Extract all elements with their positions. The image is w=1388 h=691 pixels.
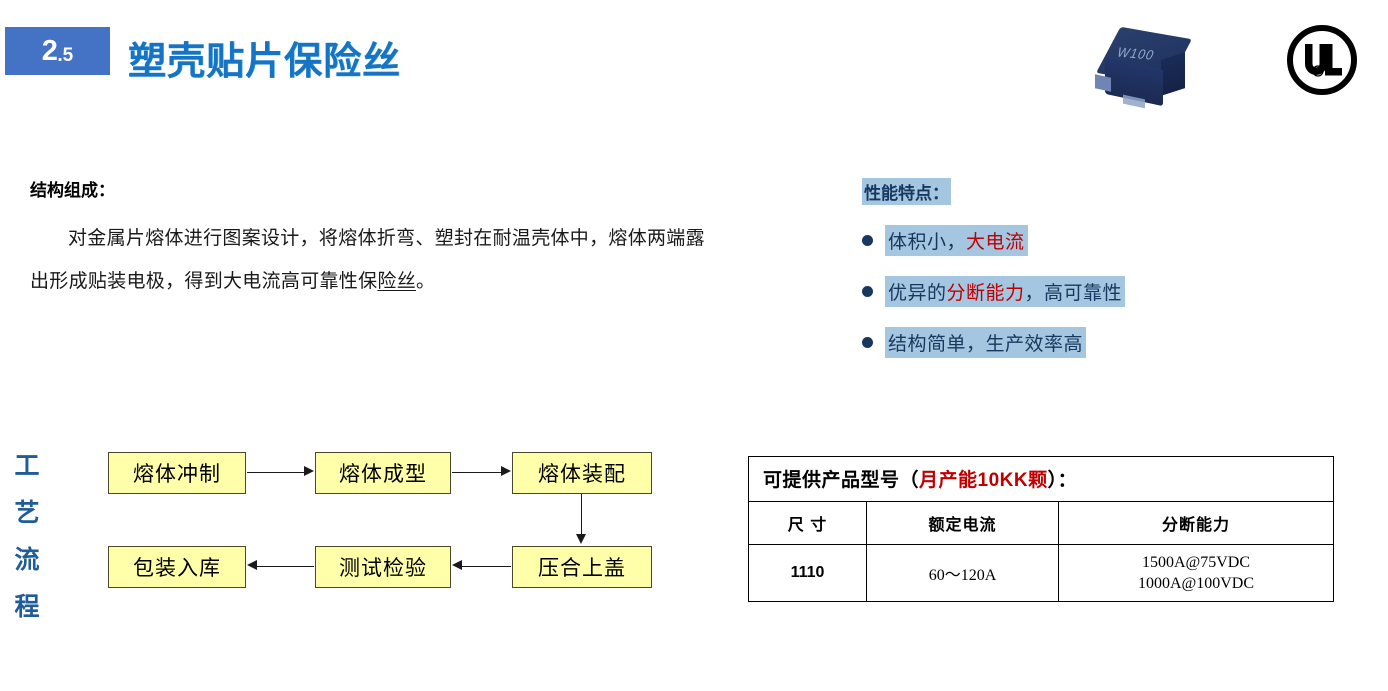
feature-2-plain-a: 优异的 [888, 283, 947, 304]
structure-body-part1: 对金属片熔体进行图案设计，将熔体折弯、塑封在耐温壳体中，熔体两端露出形成贴装电极… [30, 228, 705, 292]
spec-title-black-b: ）： [1047, 470, 1078, 491]
cell-size: 1110 [748, 544, 867, 602]
cell-breaking-capacity-line1: 1500A@75VDC [1141, 554, 1251, 571]
feature-1-accent: 大电流 [966, 232, 1025, 253]
cell-breaking-capacity-line2: 1000A@100VDC [1137, 575, 1255, 592]
features-heading: 性能特点： [862, 178, 951, 205]
column-header-breaking-capacity: 分断能力 [1058, 501, 1334, 545]
column-header-rated-current: 额定电流 [866, 501, 1059, 545]
flow-step-6: 包装入库 [108, 546, 246, 588]
feature-item-3-text: 结构简单，生产效率高 [885, 327, 1087, 358]
flow-label-char-1: 工 [14, 452, 40, 480]
flow-step-4: 压合上盖 [512, 546, 652, 588]
performance-features-block: 性能特点： 体积小，大电流 优异的分断能力，高可靠性 结构简单，生产效率高 [862, 178, 1262, 358]
spec-table-header-row: 尺 寸 额定电流 分断能力 [748, 501, 1334, 545]
feature-item-1: 体积小，大电流 [862, 225, 1262, 256]
chip-lead-left [1095, 74, 1111, 92]
chip-side-face [1161, 52, 1185, 96]
flow-label-char-4: 程 [14, 593, 40, 621]
slide-root: { "header": { "section_major": "2", "sec… [0, 0, 1388, 691]
table-row: 1110 60～120A 1500A@75VDC 1000A@100VDC [748, 544, 1334, 602]
spec-table-title-row: 可提供产品型号（月产能10KK颗）： [748, 456, 1334, 502]
flow-step-2: 熔体成型 [315, 452, 451, 494]
feature-item-2-text: 优异的分断能力，高可靠性 [885, 276, 1126, 307]
bullet-dot-icon [862, 235, 873, 246]
process-flow-vertical-label: 工 艺 流 程 [10, 443, 44, 631]
structure-heading: 结构组成： [30, 181, 115, 200]
structure-composition-block: 结构组成： 对金属片熔体进行图案设计，将熔体折弯、塑封在耐温壳体中，熔体两端露出… [30, 176, 720, 303]
process-flow-diagram: 熔体冲制 熔体成型 熔体装配 压合上盖 测试检验 包装入库 [108, 446, 678, 596]
feature-2-accent: 分断能力 [946, 283, 1025, 304]
spec-table: 可提供产品型号（月产能10KK颗）： 尺 寸 额定电流 分断能力 1110 60… [748, 456, 1334, 602]
ul-certification-icon: R [1285, 23, 1359, 97]
spec-title-black-a: 可提供产品型号（ [763, 470, 920, 491]
feature-item-1-text: 体积小，大电流 [885, 225, 1028, 256]
slide-header: 2.5 塑壳贴片保险丝 W100 R [0, 0, 1388, 120]
svg-text:R: R [1316, 68, 1321, 76]
section-number-minor: .5 [57, 44, 74, 66]
features-heading-row: 性能特点： [862, 178, 1262, 205]
product-photo-smd-fuse: W100 [1087, 23, 1212, 113]
spec-table-title-cell: 可提供产品型号（月产能10KK颗）： [748, 456, 1334, 502]
structure-body-part3: 。 [416, 271, 436, 292]
spec-title-red: 月产能10KK颗 [919, 470, 1048, 491]
cell-breaking-capacity: 1500A@75VDC 1000A@100VDC [1058, 544, 1334, 602]
feature-2-plain-b: ，高可靠性 [1024, 283, 1123, 304]
spec-table-container: 可提供产品型号（月产能10KK颗）： 尺 寸 额定电流 分断能力 1110 60… [748, 456, 1334, 602]
page-title: 塑壳贴片保险丝 [128, 41, 402, 83]
structure-body-text: 对金属片熔体进行图案设计，将熔体折弯、塑封在耐温壳体中，熔体两端露出形成贴装电极… [30, 217, 720, 303]
feature-1-plain-a: 体积小， [888, 232, 967, 253]
section-number-badge: 2.5 [5, 27, 110, 75]
bullet-dot-icon [862, 286, 873, 297]
feature-item-2: 优异的分断能力，高可靠性 [862, 276, 1262, 307]
section-number-major: 2 [41, 34, 58, 67]
flow-label-char-3: 流 [14, 546, 40, 574]
flow-step-5: 测试检验 [315, 546, 451, 588]
cell-rated-current: 60～120A [866, 544, 1059, 602]
structure-body-part2: 险丝 [377, 271, 417, 292]
flow-step-1: 熔体冲制 [108, 452, 246, 494]
feature-3-plain-a: 结构简单，生产效率高 [888, 334, 1084, 355]
bullet-dot-icon [862, 337, 873, 348]
flow-step-3: 熔体装配 [512, 452, 652, 494]
feature-item-3: 结构简单，生产效率高 [862, 327, 1262, 358]
column-header-size: 尺 寸 [748, 501, 867, 545]
flow-label-char-2: 艺 [14, 499, 40, 527]
